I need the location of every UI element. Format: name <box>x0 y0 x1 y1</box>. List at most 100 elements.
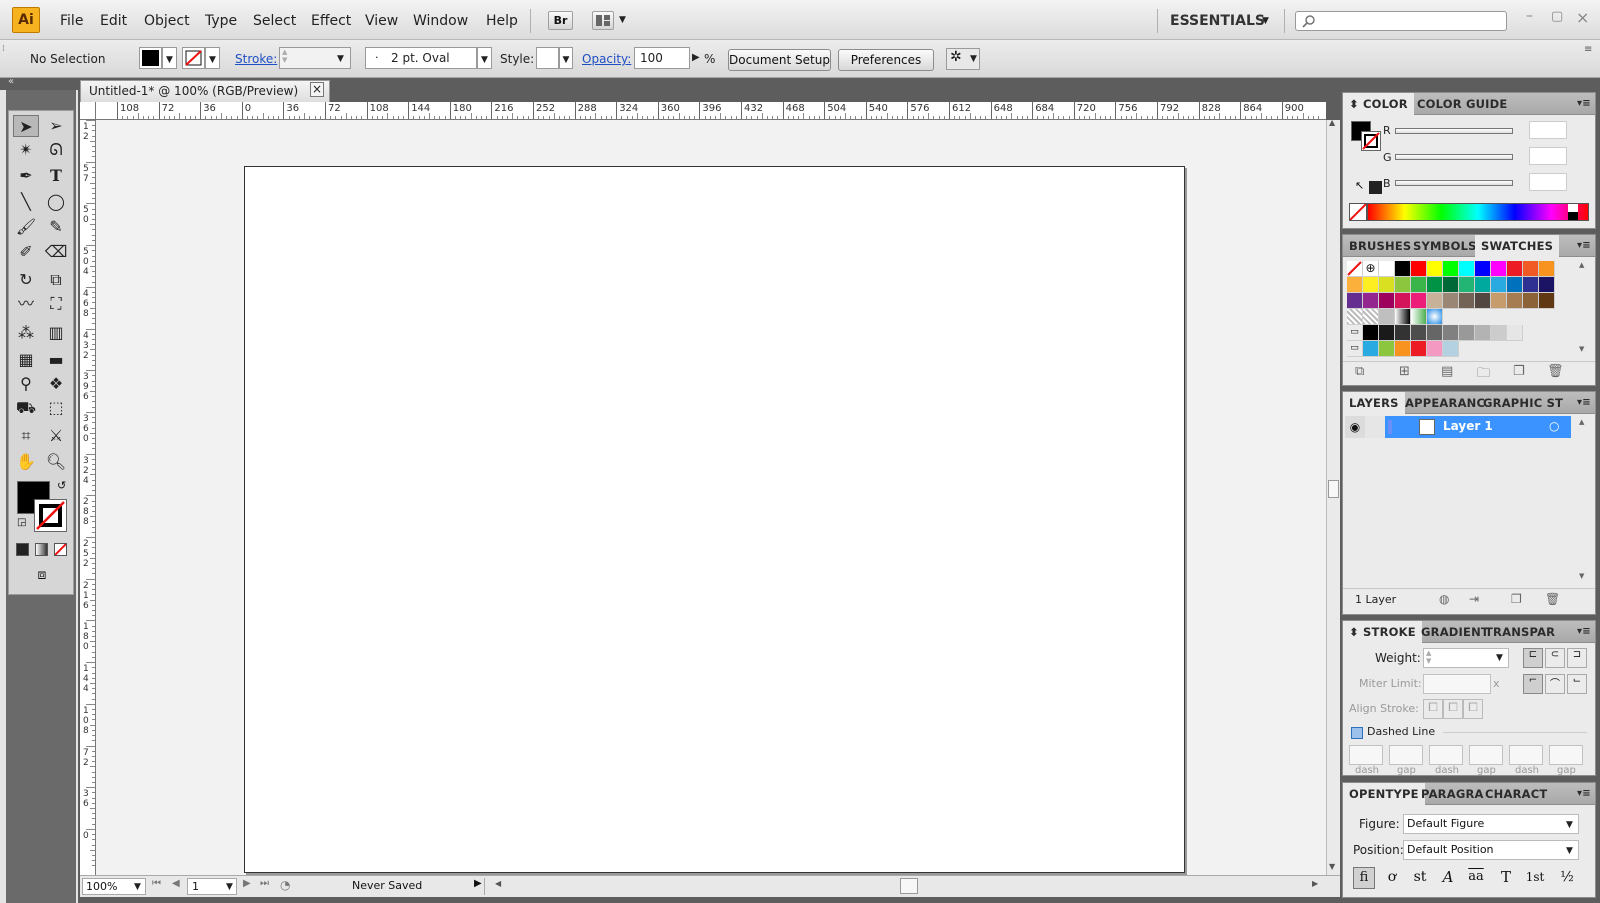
swatch-pattern[interactable] <box>1347 309 1363 325</box>
blue-slider[interactable] <box>1395 180 1513 186</box>
ordinals-icon[interactable]: 1st <box>1521 867 1549 889</box>
rotate-tool-icon[interactable]: ↻ <box>13 269 39 291</box>
direct-selection-tool-icon[interactable]: ➢ <box>43 115 69 137</box>
scroll-up-icon[interactable]: ▲ <box>1329 118 1335 127</box>
menu-file[interactable]: File <box>60 13 83 29</box>
close-icon[interactable]: × <box>1576 8 1589 27</box>
swatch-pattern[interactable] <box>1363 309 1379 325</box>
lasso-tool-icon[interactable]: ᘏ <box>43 139 69 161</box>
color-group-folder-icon[interactable]: ▭ <box>1347 341 1363 357</box>
options-menu-button[interactable]: ✲ ▼ <box>946 48 980 70</box>
swatch[interactable] <box>1491 325 1507 341</box>
swatch[interactable] <box>1363 293 1379 309</box>
horizontal-ruler[interactable]: 108 72 36 0 36 72 108 144 180 216 252 288 324 360 396 4… <box>80 102 1326 120</box>
swatch[interactable] <box>1395 261 1411 277</box>
ruler-origin[interactable] <box>80 102 96 120</box>
swatch[interactable] <box>1459 325 1475 341</box>
align-outside-icon[interactable]: ⧠ <box>1463 699 1483 719</box>
menu-object[interactable]: Object <box>144 13 190 29</box>
swatch[interactable] <box>1443 261 1459 277</box>
stroke-link[interactable]: Stroke: <box>235 52 277 66</box>
line-tool-icon[interactable]: ╲ <box>13 191 39 213</box>
panel-menu-icon[interactable]: ▾≡ <box>1571 621 1597 643</box>
eraser-tool-icon[interactable]: ⌫ <box>43 241 69 263</box>
swash-icon[interactable]: A <box>1437 867 1459 889</box>
swatch[interactable] <box>1395 325 1411 341</box>
opacity-field[interactable]: 100 ▶ <box>634 47 700 69</box>
panel-menu-icon[interactable]: ▾≡ <box>1571 235 1597 257</box>
tab-character[interactable]: CHARACT <box>1479 783 1553 805</box>
scroll-right-icon[interactable]: ▶ <box>1312 879 1318 888</box>
scroll-down-icon[interactable]: ▼ <box>1329 862 1335 871</box>
swatch[interactable] <box>1443 293 1459 309</box>
gap-field-3[interactable] <box>1549 745 1583 765</box>
swatch[interactable] <box>1347 293 1363 309</box>
screen-mode-icon[interactable]: ⧈ <box>29 567 55 585</box>
symbol-sprayer-tool-icon[interactable]: ⁂ <box>13 322 39 344</box>
swatch[interactable] <box>1443 277 1459 293</box>
scroll-down-icon[interactable]: ▼ <box>1579 572 1584 580</box>
tab-color[interactable]: ⬍ COLOR <box>1343 93 1414 116</box>
layer-name[interactable]: Layer 1 <box>1443 419 1493 433</box>
red-slider[interactable] <box>1395 128 1513 134</box>
selection-tool-icon[interactable]: ➤ <box>13 115 39 137</box>
menu-effect[interactable]: Effect <box>311 13 351 29</box>
arrange-documents-button[interactable] <box>592 11 614 30</box>
swatch[interactable] <box>1395 277 1411 293</box>
swatch[interactable] <box>1347 277 1363 293</box>
show-swatch-kinds-icon[interactable]: ⊞ <box>1399 364 1410 379</box>
menu-type[interactable]: Type <box>205 13 237 29</box>
swatch[interactable] <box>1395 341 1411 357</box>
scroll-down-icon[interactable]: ▼ <box>1579 345 1584 353</box>
swatch-gradient[interactable] <box>1427 309 1443 325</box>
vertical-scroll-thumb[interactable] <box>1328 480 1339 498</box>
dashed-line-checkbox[interactable] <box>1351 727 1363 739</box>
ellipse-tool-icon[interactable]: ◯ <box>43 191 69 213</box>
red-value-field[interactable] <box>1529 121 1567 139</box>
eyedropper-tool-icon[interactable]: ⚲ <box>13 373 39 395</box>
miter-join-icon[interactable]: ⌐ <box>1523 674 1543 694</box>
live-paint-selection-tool-icon[interactable]: ⬚ <box>43 397 69 419</box>
close-tab-icon[interactable]: × <box>310 82 324 97</box>
align-center-icon[interactable]: ⧠ <box>1423 699 1443 719</box>
swatch[interactable] <box>1507 325 1523 341</box>
swatch[interactable] <box>1475 277 1491 293</box>
document-tab[interactable]: Untitled-1* @ 100% (RGB/Preview) × <box>80 80 330 102</box>
gradient-mode-icon[interactable] <box>35 543 48 556</box>
fractions-icon[interactable]: ½ <box>1555 867 1579 889</box>
color-spectrum[interactable] <box>1367 203 1589 221</box>
swatch[interactable] <box>1539 277 1555 293</box>
artboard[interactable] <box>244 166 1185 873</box>
none-mode-icon[interactable] <box>54 543 67 556</box>
chevron-down-icon[interactable]: ▼ <box>619 15 626 25</box>
swatch[interactable] <box>1379 293 1395 309</box>
swatch[interactable] <box>1427 341 1443 357</box>
make-clipping-mask-icon[interactable]: ◍ <box>1439 592 1449 606</box>
swatch-options-icon[interactable]: ▤ <box>1441 364 1453 379</box>
bridge-button[interactable]: Br <box>548 11 573 30</box>
new-color-group-icon[interactable]: 🗀︎ <box>1477 364 1490 386</box>
gradient-tool-icon[interactable]: ▬ <box>43 349 69 371</box>
stroke-weight-field[interactable]: ▲ ▼ ▼ <box>279 47 351 69</box>
menu-window[interactable]: Window <box>413 13 468 29</box>
swatch[interactable] <box>1395 293 1411 309</box>
titling-alternates-icon[interactable]: T <box>1495 867 1517 889</box>
paintbrush-tool-icon[interactable]: 🖌︎ <box>13 216 39 238</box>
swatch[interactable] <box>1475 325 1491 341</box>
color-stroke-box[interactable] <box>1361 131 1381 151</box>
green-value-field[interactable] <box>1529 147 1567 165</box>
color-group-folder-icon[interactable]: ▭ <box>1347 325 1363 341</box>
tab-graphic-styles[interactable]: GRAPHIC ST <box>1477 392 1569 414</box>
delete-layer-icon[interactable]: 🗑︎ <box>1545 592 1560 606</box>
fill-dropdown[interactable]: ▼ <box>162 47 177 69</box>
align-inside-icon[interactable]: ⧠ <box>1443 699 1463 719</box>
horizontal-scroll-thumb[interactable] <box>900 878 918 894</box>
pencil-tool-icon[interactable]: ✎ <box>43 216 69 238</box>
swatch[interactable] <box>1507 277 1523 293</box>
lock-toggle[interactable] <box>1365 416 1385 438</box>
menu-select[interactable]: Select <box>253 13 296 29</box>
spectrum-white[interactable] <box>1568 204 1578 212</box>
zoom-tool-icon[interactable]: 🔍︎ <box>43 451 69 473</box>
swatch[interactable] <box>1491 277 1507 293</box>
delete-swatch-icon[interactable]: 🗑︎ <box>1547 364 1564 379</box>
